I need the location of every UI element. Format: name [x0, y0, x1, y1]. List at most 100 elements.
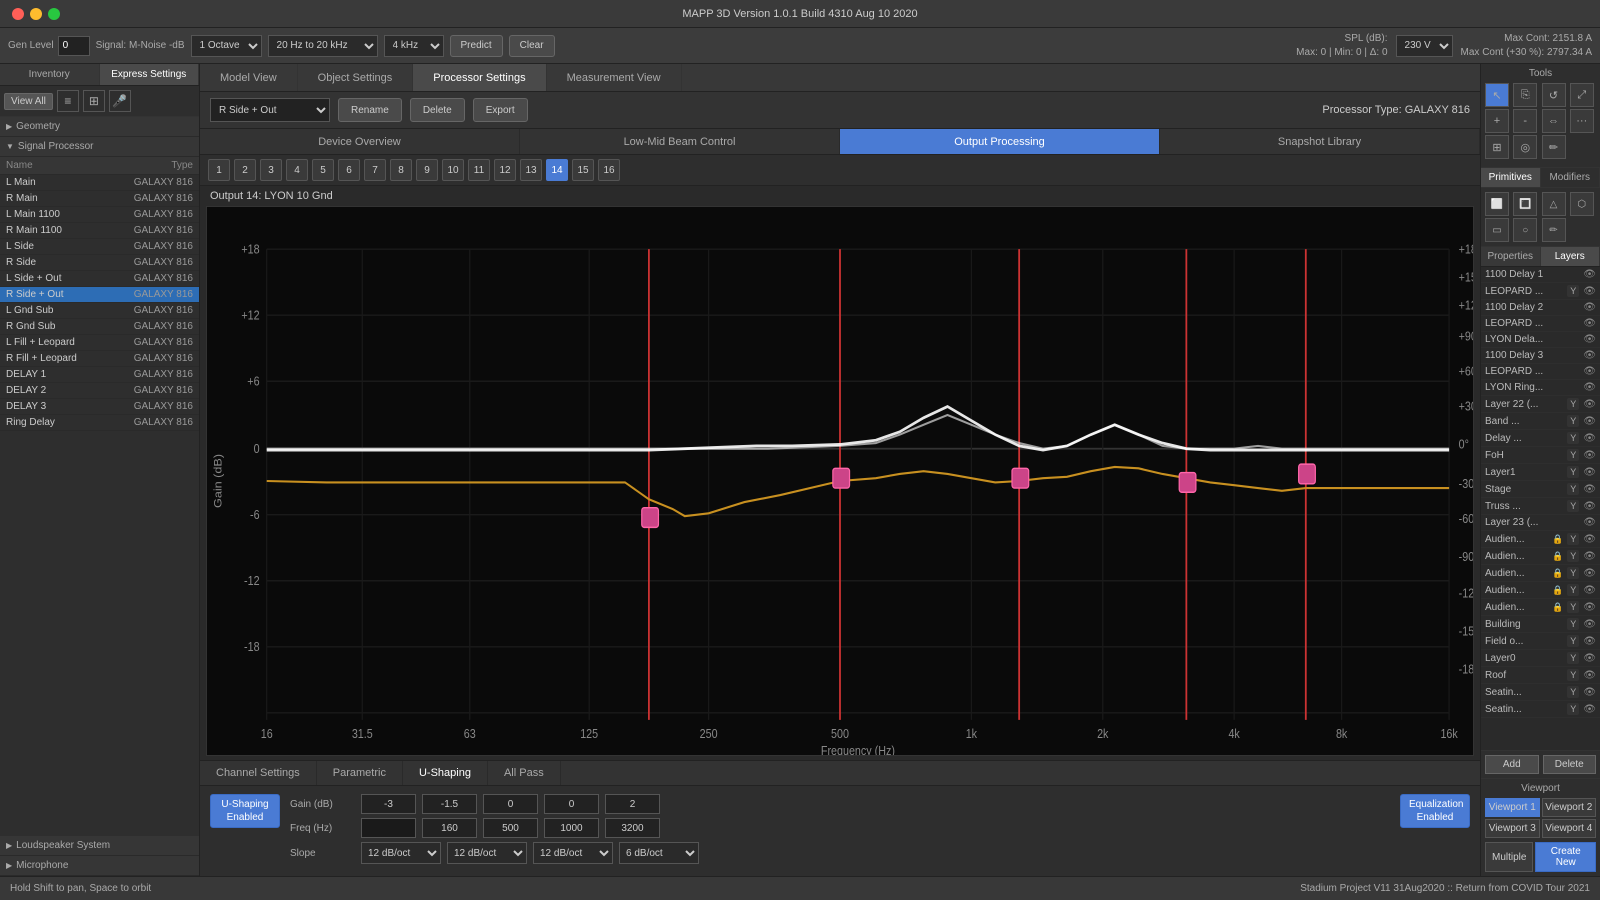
sp-row-rside[interactable]: R SideGALAXY 816	[0, 255, 199, 271]
gain-input-2[interactable]	[422, 794, 477, 814]
layer-item-layer23[interactable]: Layer 23 (...👁	[1481, 515, 1600, 531]
view-all-button[interactable]: View All	[4, 93, 53, 110]
list-view-button[interactable]: ≡	[57, 90, 79, 112]
layer-item-leopard1[interactable]: LEOPARD ...Y👁	[1481, 283, 1600, 300]
copy-tool-button[interactable]: ⎘	[1513, 83, 1537, 107]
processor-select[interactable]: R Side + Out	[210, 98, 330, 122]
output-13-btn[interactable]: 13	[520, 159, 542, 181]
output-14-btn[interactable]: 14	[546, 159, 568, 181]
rename-button[interactable]: Rename	[338, 98, 402, 122]
sub-tab-snapshot-library[interactable]: Snapshot Library	[1160, 129, 1480, 154]
layer-item-leopard3[interactable]: LEOPARD ...👁	[1481, 364, 1600, 380]
undo-tool-button[interactable]: ↺	[1542, 83, 1566, 107]
sub-tab-lowmid-beam[interactable]: Low-Mid Beam Control	[520, 129, 840, 154]
tab-object-settings[interactable]: Object Settings	[298, 64, 414, 91]
freq-select[interactable]: 4 kHz	[384, 35, 444, 57]
gain-input-5[interactable]	[605, 794, 660, 814]
layer-item-fieldo[interactable]: Field o...Y👁	[1481, 633, 1600, 650]
minimize-button[interactable]	[30, 8, 42, 20]
tab-model-view[interactable]: Model View	[200, 64, 298, 91]
freq-input-4[interactable]	[544, 818, 599, 838]
sp-row-delay2[interactable]: DELAY 2GALAXY 816	[0, 383, 199, 399]
predict-button[interactable]: Predict	[450, 35, 503, 57]
layer-item-band[interactable]: Band ...Y👁	[1481, 413, 1600, 430]
output-6-btn[interactable]: 6	[338, 159, 360, 181]
sp-row-lfillleopard[interactable]: L Fill + LeopardGALAXY 816	[0, 335, 199, 351]
layer-item-leopard2[interactable]: LEOPARD ...👁	[1481, 316, 1600, 332]
layers-delete-button[interactable]: Delete	[1543, 755, 1597, 774]
sub-tab-device-overview[interactable]: Device Overview	[200, 129, 520, 154]
modifiers-tab[interactable]: Modifiers	[1541, 168, 1600, 187]
close-button[interactable]	[12, 8, 24, 20]
signal-processor-section-header[interactable]: ▼ Signal Processor	[0, 137, 199, 157]
sp-row-lmain[interactable]: L MainGALAXY 816	[0, 175, 199, 191]
gain-input-3[interactable]	[483, 794, 538, 814]
eq-enabled-button[interactable]: EqualizationEnabled	[1400, 794, 1470, 828]
circle-prim-btn[interactable]: ○	[1513, 218, 1537, 242]
grid-tool-button[interactable]: ⊞	[1485, 135, 1509, 159]
microphone-section[interactable]: ▶ Microphone	[0, 856, 199, 876]
output-12-btn[interactable]: 12	[494, 159, 516, 181]
ushaping-enabled-button[interactable]: U-ShapingEnabled	[210, 794, 280, 828]
select-tool-button[interactable]: ↖	[1485, 83, 1509, 107]
bottom-tab-allpass[interactable]: All Pass	[488, 761, 561, 785]
geometry-section[interactable]: ▶ Geometry	[0, 117, 199, 137]
layer-item-audien2[interactable]: Audien...🔒Y👁	[1481, 548, 1600, 565]
bottom-tab-parametric[interactable]: Parametric	[317, 761, 403, 785]
sp-row-lmain1100[interactable]: L Main 1100GALAXY 816	[0, 207, 199, 223]
output-1-btn[interactable]: 1	[208, 159, 230, 181]
layer-item-delay[interactable]: Delay ...Y👁	[1481, 430, 1600, 447]
layer-item-layer1[interactable]: Layer1Y👁	[1481, 464, 1600, 481]
grid-view-button[interactable]: ⊞	[83, 90, 105, 112]
output-5-btn[interactable]: 5	[312, 159, 334, 181]
draw-tool-button[interactable]: ✏	[1542, 135, 1566, 159]
sp-row-delay1[interactable]: DELAY 1GALAXY 816	[0, 367, 199, 383]
layer-item-1100delay2[interactable]: 1100 Delay 2👁	[1481, 300, 1600, 316]
slope-select-1[interactable]: 12 dB/oct	[361, 842, 441, 864]
sidebar-tab-inventory[interactable]: Inventory	[0, 64, 100, 85]
freq-range-select[interactable]: 20 Hz to 20 kHz	[268, 35, 378, 57]
output-9-btn[interactable]: 9	[416, 159, 438, 181]
layer-item-audien4[interactable]: Audien...🔒Y👁	[1481, 582, 1600, 599]
export-button[interactable]: Export	[473, 98, 528, 122]
layer-item-seatin2[interactable]: Seatin...Y👁	[1481, 701, 1600, 718]
output-11-btn[interactable]: 11	[468, 159, 490, 181]
layer-item-building[interactable]: BuildingY👁	[1481, 616, 1600, 633]
output-10-btn[interactable]: 10	[442, 159, 464, 181]
layer-item-roof[interactable]: RoofY👁	[1481, 667, 1600, 684]
layer-item-seatin1[interactable]: Seatin...Y👁	[1481, 684, 1600, 701]
layer-item-stage[interactable]: StageY👁	[1481, 481, 1600, 498]
viewport-1-button[interactable]: Viewport 1	[1485, 798, 1540, 817]
layer-item-audien3[interactable]: Audien...🔒Y👁	[1481, 565, 1600, 582]
sp-row-rfillleopard[interactable]: R Fill + LeopardGALAXY 816	[0, 351, 199, 367]
layer-item-1100delay3[interactable]: 1100 Delay 3👁	[1481, 348, 1600, 364]
slope-select-4[interactable]: 6 dB/oct	[619, 842, 699, 864]
gain-input-4[interactable]	[544, 794, 599, 814]
orbit-tool-button[interactable]: ◎	[1513, 135, 1537, 159]
sp-row-lside[interactable]: L SideGALAXY 816	[0, 239, 199, 255]
sp-row-lgndsub[interactable]: L Gnd SubGALAXY 816	[0, 303, 199, 319]
output-8-btn[interactable]: 8	[390, 159, 412, 181]
sp-row-delay3[interactable]: DELAY 3GALAXY 816	[0, 399, 199, 415]
freq-input-5[interactable]	[605, 818, 660, 838]
layer-item-layer0[interactable]: Layer0Y👁	[1481, 650, 1600, 667]
gain-input-1[interactable]	[361, 794, 416, 814]
mic-button[interactable]: 🎤	[109, 90, 131, 112]
freq-input-1[interactable]	[361, 818, 416, 838]
slope-select-2[interactable]: 12 dB/oct	[447, 842, 527, 864]
voltage-select[interactable]: 230 V 120 V	[1396, 35, 1453, 57]
output-15-btn[interactable]: 15	[572, 159, 594, 181]
sidebar-tab-express[interactable]: Express Settings	[100, 64, 200, 85]
layer-item-foh[interactable]: FoHY👁	[1481, 447, 1600, 464]
gen-level-input[interactable]	[58, 36, 90, 56]
bottom-tab-channel[interactable]: Channel Settings	[200, 761, 317, 785]
tab-measurement-view[interactable]: Measurement View	[547, 64, 682, 91]
more-tool-button[interactable]: ···	[1570, 109, 1594, 133]
maximize-button[interactable]	[48, 8, 60, 20]
layer-item-1100delay1[interactable]: 1100 Delay 1👁	[1481, 267, 1600, 283]
sp-row-ringdelay[interactable]: Ring DelayGALAXY 816	[0, 415, 199, 431]
octave-select[interactable]: 1 Octave	[191, 35, 262, 57]
sp-row-rmain[interactable]: R MainGALAXY 816	[0, 191, 199, 207]
slope-select-3[interactable]: 12 dB/oct	[533, 842, 613, 864]
layers-add-button[interactable]: Add	[1485, 755, 1539, 774]
